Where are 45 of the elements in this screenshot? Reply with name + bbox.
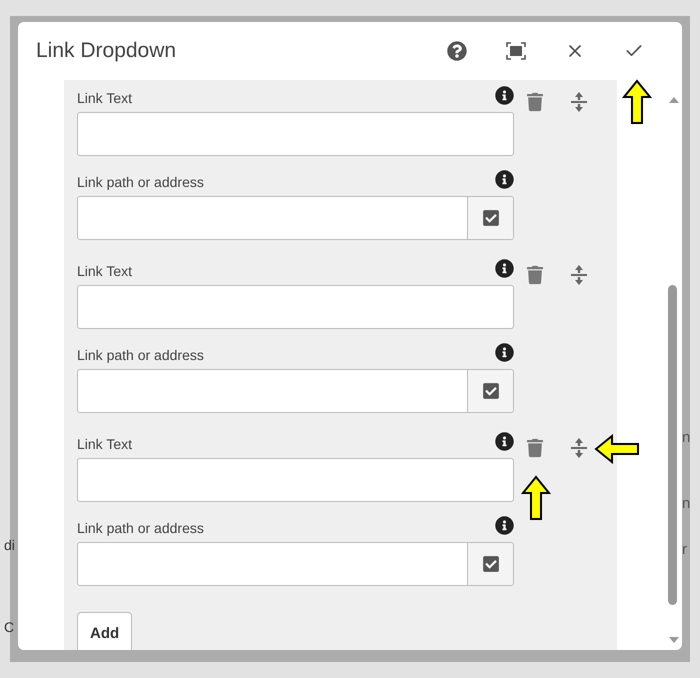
delete-icon[interactable] [527,265,543,285]
annotation-arrow-icon [521,475,551,521]
info-icon[interactable] [495,432,514,451]
browse-button[interactable] [467,197,513,239]
info-icon[interactable] [495,86,514,105]
fullscreen-icon [506,42,526,60]
checkbox-icon [482,382,500,400]
link-path-field[interactable] [77,542,514,586]
background-text: r [682,540,687,560]
field-label: Link Text [77,435,132,454]
field-label: Link path or address [77,346,204,365]
background-text: C [4,620,14,634]
field-label: Link path or address [77,173,204,192]
link-text-field[interactable] [77,458,514,502]
field-label: Link Text [77,262,132,281]
link-text-field[interactable] [77,285,514,329]
browse-button[interactable] [467,543,513,585]
info-icon[interactable] [495,516,514,535]
link-path-field[interactable] [77,196,514,240]
scrollbar-thumb[interactable] [668,285,677,605]
background-text: di [4,538,15,552]
browse-button[interactable] [467,370,513,412]
help-icon [447,41,467,61]
link-text-field[interactable] [77,112,514,156]
delete-icon[interactable] [527,438,543,458]
reorder-icon[interactable] [571,264,587,286]
add-button[interactable]: Add [77,612,132,650]
annotation-arrow-icon [594,434,640,464]
background-text: n [682,494,690,514]
checkbox-icon [482,209,500,227]
info-icon[interactable] [495,170,514,189]
dialog-title: Link Dropdown [36,38,178,64]
info-icon[interactable] [495,259,514,278]
checkbox-icon [482,555,500,573]
annotation-arrow-icon [622,79,652,125]
info-icon[interactable] [495,343,514,362]
link-path-field[interactable] [77,369,514,413]
field-label: Link Text [77,89,132,108]
reorder-icon[interactable] [571,91,587,113]
background-text: n [682,428,690,448]
reorder-icon[interactable] [571,437,587,459]
scroll-down-icon[interactable] [669,637,679,643]
field-label: Link path or address [77,519,204,538]
scroll-up-icon[interactable] [669,97,679,103]
delete-icon[interactable] [527,92,543,112]
